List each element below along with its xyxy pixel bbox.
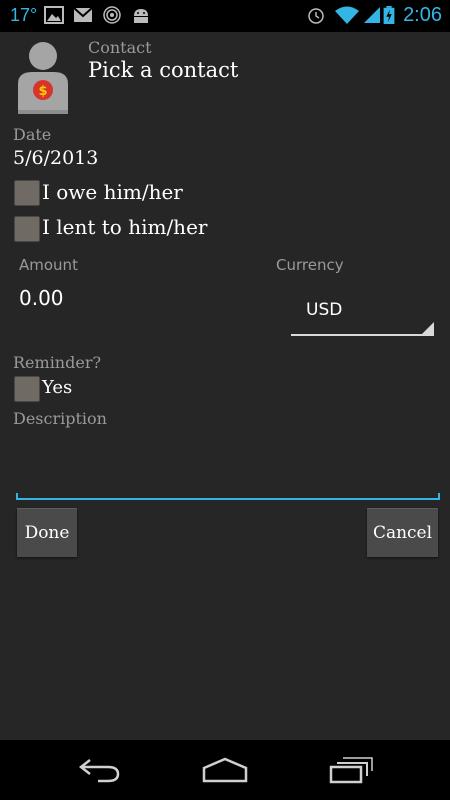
amount-label: Amount xyxy=(19,256,78,274)
spinner-underline xyxy=(291,334,434,336)
owe-checkbox[interactable] xyxy=(14,180,40,206)
description-input[interactable] xyxy=(16,450,440,500)
description-underline xyxy=(16,498,440,500)
reminder-yes-label: Yes xyxy=(42,377,73,398)
contact-picker[interactable]: Pick a contact xyxy=(88,58,238,82)
date-field[interactable]: 5/6/2013 xyxy=(13,147,98,169)
lent-checkbox[interactable] xyxy=(14,216,40,242)
description-label: Description xyxy=(13,409,107,428)
mail-icon xyxy=(73,7,93,22)
date-label: Date xyxy=(13,125,52,144)
picture-icon xyxy=(44,6,64,24)
recent-apps-icon[interactable] xyxy=(328,756,374,784)
navigation-bar xyxy=(0,740,450,800)
battery-icon xyxy=(383,6,395,24)
signal-icon xyxy=(364,7,380,23)
cancel-button[interactable]: Cancel xyxy=(367,508,438,557)
radio-icon xyxy=(103,6,121,24)
back-icon[interactable] xyxy=(78,756,122,784)
currency-label: Currency xyxy=(276,256,344,274)
currency-spinner[interactable]: USD xyxy=(291,288,434,336)
spinner-dropdown-icon xyxy=(422,322,434,334)
done-button[interactable]: Done xyxy=(17,508,77,557)
alarm-icon xyxy=(308,8,324,24)
currency-selected: USD xyxy=(306,300,343,320)
reminder-checkbox[interactable] xyxy=(14,376,40,402)
svg-text:$: $ xyxy=(38,84,47,99)
description-underline-left xyxy=(16,493,18,500)
status-bar: 17° 2:06 xyxy=(0,0,450,32)
contact-avatar[interactable]: $ xyxy=(12,40,74,114)
clock-text: 2:06 xyxy=(403,4,442,26)
home-icon[interactable] xyxy=(201,756,249,784)
reminder-label: Reminder? xyxy=(13,353,102,372)
temperature-text: 17° xyxy=(10,5,38,25)
android-icon xyxy=(134,9,148,23)
wifi-icon xyxy=(335,6,359,24)
contact-label: Contact xyxy=(88,38,152,57)
amount-input[interactable]: 0.00 xyxy=(19,286,64,310)
owe-label: I owe him/her xyxy=(42,180,183,204)
lent-label: I lent to him/her xyxy=(42,215,208,239)
description-underline-right xyxy=(438,493,440,500)
